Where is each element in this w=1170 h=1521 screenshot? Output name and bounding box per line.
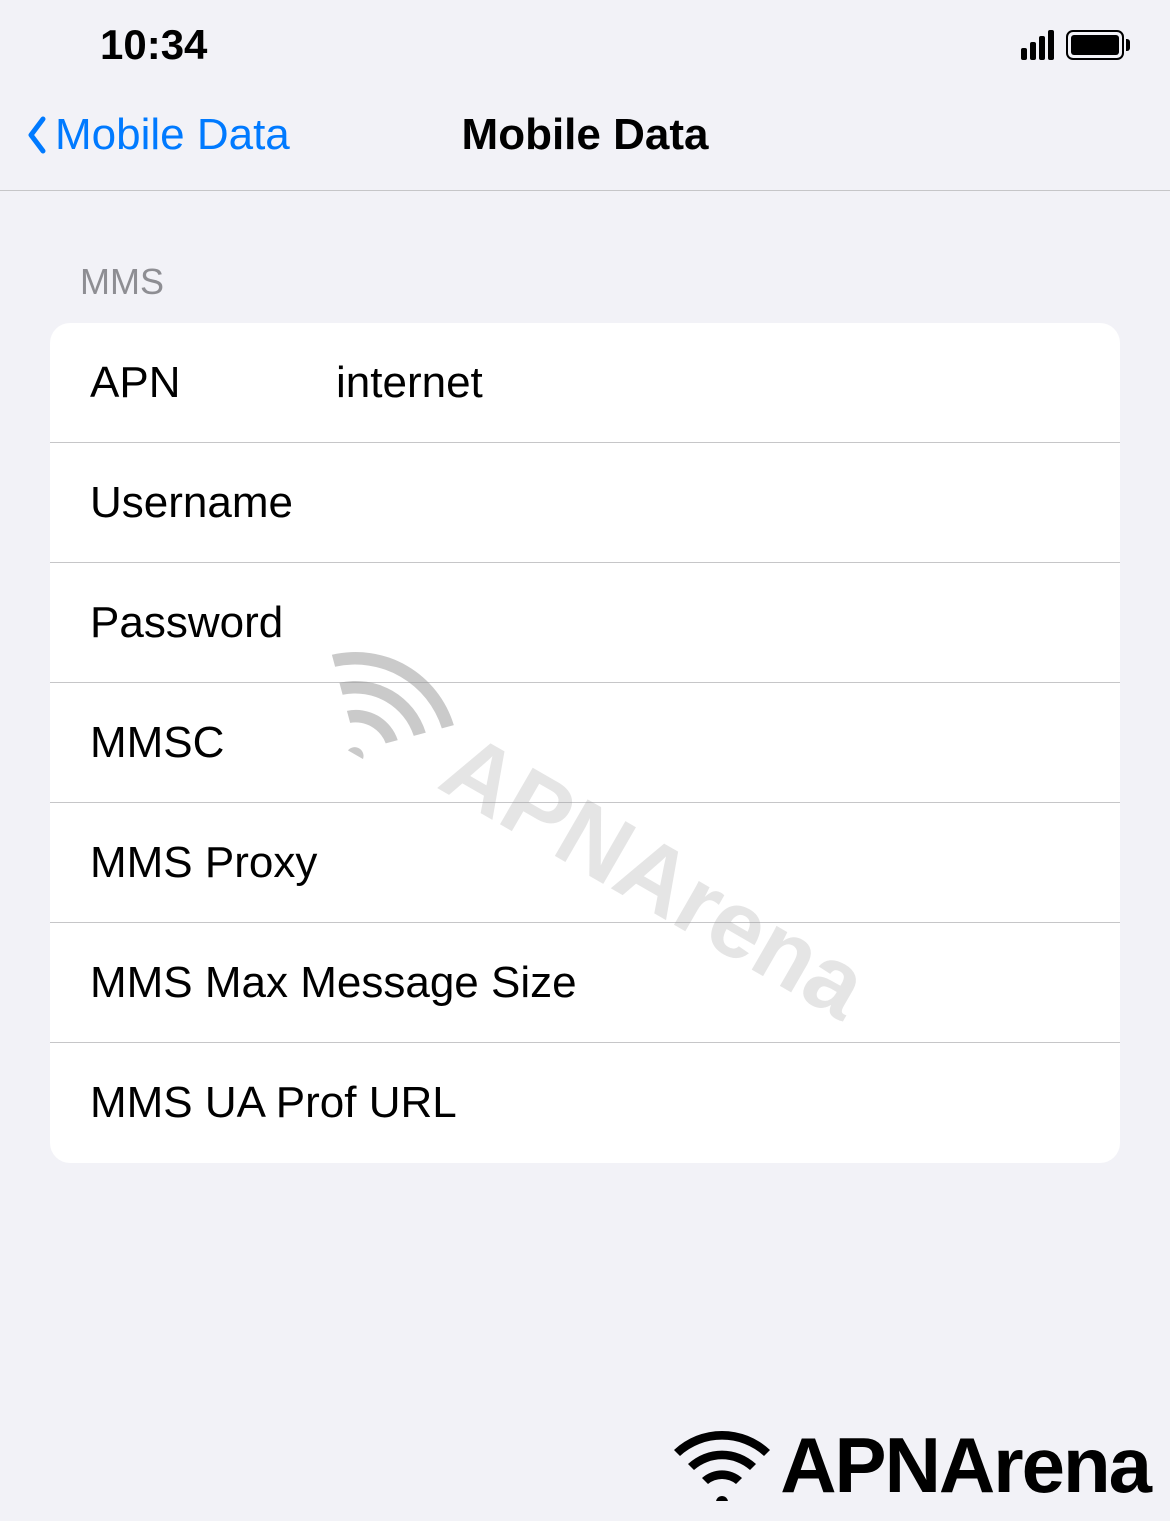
content-area: MMS APN Username Password MMSC MMS Proxy…	[0, 191, 1170, 1163]
row-mmsc[interactable]: MMSC	[50, 683, 1120, 803]
footer-logo-text: APNArena	[780, 1420, 1150, 1511]
input-apn[interactable]	[330, 358, 1090, 408]
input-mms-max-message-size[interactable]	[577, 958, 1120, 1008]
row-password[interactable]: Password	[50, 563, 1120, 683]
navigation-bar: Mobile Data Mobile Data	[0, 80, 1170, 191]
label-username: Username	[90, 478, 330, 528]
back-label: Mobile Data	[55, 110, 290, 160]
settings-group: APN Username Password MMSC MMS Proxy MMS…	[50, 323, 1120, 1163]
status-bar: 10:34	[0, 0, 1170, 80]
battery-icon	[1066, 30, 1130, 60]
input-mmsc[interactable]	[330, 718, 1090, 768]
status-indicators	[1021, 30, 1130, 60]
row-mms-ua-prof-url[interactable]: MMS UA Prof URL	[50, 1043, 1120, 1163]
cellular-signal-icon	[1021, 30, 1054, 60]
input-username[interactable]	[330, 478, 1090, 528]
section-header-mms: MMS	[50, 261, 1120, 323]
input-password[interactable]	[330, 598, 1090, 648]
label-mmsc: MMSC	[90, 718, 330, 768]
row-apn[interactable]: APN	[50, 323, 1120, 443]
back-button[interactable]: Mobile Data	[25, 110, 290, 160]
row-mms-max-message-size[interactable]: MMS Max Message Size	[50, 923, 1120, 1043]
label-mms-proxy: MMS Proxy	[90, 838, 330, 888]
chevron-left-icon	[25, 115, 47, 155]
input-mms-ua-prof-url[interactable]	[457, 1078, 1090, 1128]
input-mms-proxy[interactable]	[330, 838, 1090, 888]
row-username[interactable]: Username	[50, 443, 1120, 563]
label-mms-ua-prof-url: MMS UA Prof URL	[90, 1078, 457, 1128]
page-title: Mobile Data	[462, 110, 709, 160]
footer-logo: APNArena	[672, 1420, 1150, 1511]
status-time: 10:34	[100, 21, 207, 69]
label-password: Password	[90, 598, 330, 648]
label-mms-max-message-size: MMS Max Message Size	[90, 958, 577, 1008]
row-mms-proxy[interactable]: MMS Proxy	[50, 803, 1120, 923]
label-apn: APN	[90, 358, 330, 408]
wifi-icon	[672, 1426, 772, 1506]
